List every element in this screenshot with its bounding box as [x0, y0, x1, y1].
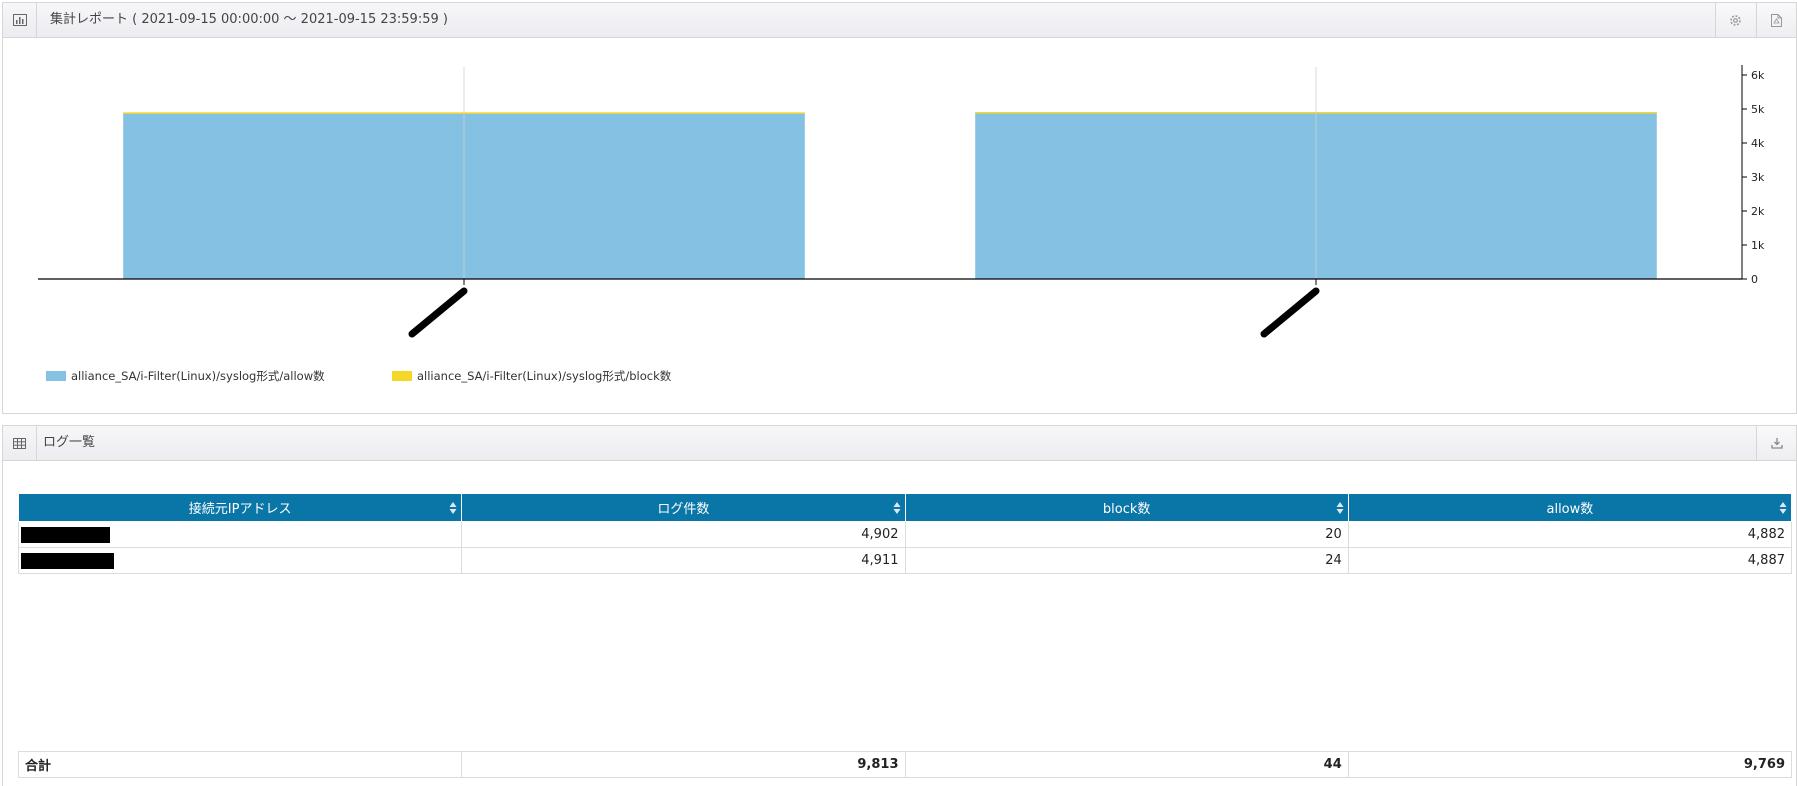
cell-allow: 4,887	[1347, 547, 1793, 574]
cell-allow: 4,882	[1347, 521, 1793, 548]
cell-block: 20	[904, 521, 1349, 548]
legend-swatch-allow	[46, 371, 66, 381]
report-panel: 集計レポート ( 2021-09-15 00:00:00 〜 2021-09-1…	[2, 2, 1797, 414]
legend-item-block[interactable]: alliance_SA/i-Filter(Linux)/syslog形式/blo…	[392, 368, 671, 384]
y-tick-label: 1k	[1751, 239, 1765, 252]
log-table: 接続元IPアドレス ログ件数 block数 allow数 4,902 20 4,…	[17, 493, 1793, 574]
column-header-log-count[interactable]: ログ件数	[461, 493, 906, 522]
cell-ip	[17, 521, 463, 548]
table-icon	[3, 426, 37, 460]
sort-icon	[449, 501, 457, 514]
download-button[interactable]	[1756, 426, 1796, 460]
sort-icon	[1336, 501, 1344, 514]
redacted-x-label	[408, 287, 468, 338]
y-tick-label: 3k	[1751, 171, 1765, 184]
pdf-icon	[1771, 13, 1782, 27]
sort-icon	[1779, 501, 1787, 514]
column-header-allow[interactable]: allow数	[1347, 493, 1793, 522]
legend-swatch-block	[392, 371, 412, 381]
total-log-count: 9,813	[461, 751, 906, 778]
total-block: 44	[904, 751, 1349, 778]
table-header-row: 接続元IPアドレス ログ件数 block数 allow数	[17, 493, 1793, 522]
report-panel-header: 集計レポート ( 2021-09-15 00:00:00 〜 2021-09-1…	[3, 3, 1796, 38]
y-tick-label: 0	[1751, 273, 1758, 286]
legend-label-allow: alliance_SA/i-Filter(Linux)/syslog形式/all…	[71, 369, 325, 383]
total-label: 合計	[17, 751, 463, 778]
sort-icon	[893, 501, 900, 514]
y-tick-label: 6k	[1751, 69, 1765, 82]
cell-log-count: 4,902	[461, 521, 906, 548]
table-row[interactable]: 4,911 24 4,887	[17, 547, 1793, 574]
log-panel-header: ログ一覧	[3, 426, 1796, 461]
column-header-ip[interactable]: 接続元IPアドレス	[17, 493, 463, 522]
redacted-ip	[21, 526, 110, 543]
bar-chart-icon	[3, 3, 37, 37]
cell-block: 24	[904, 547, 1349, 574]
stacked-bar-chart: 0 1k 2k 3k 4k 5k 6k	[38, 65, 1765, 338]
table-row[interactable]: 4,902 20 4,882	[17, 521, 1793, 548]
log-panel: ログ一覧 接続元IPアドレス ログ件数 block数 allow数 4,902 …	[2, 425, 1797, 786]
legend-item-allow[interactable]: alliance_SA/i-Filter(Linux)/syslog形式/all…	[46, 368, 325, 384]
y-tick-label: 5k	[1751, 103, 1765, 116]
total-table: 合計 9,813 44 9,769	[17, 751, 1793, 778]
cell-ip	[17, 547, 463, 574]
legend-label-block: alliance_SA/i-Filter(Linux)/syslog形式/blo…	[417, 369, 672, 383]
pdf-export-button[interactable]	[1756, 3, 1796, 37]
y-tick-label: 4k	[1751, 137, 1765, 150]
column-header-block[interactable]: block数	[904, 493, 1349, 522]
y-tick-label: 2k	[1751, 205, 1765, 218]
log-title: ログ一覧	[43, 435, 96, 450]
redacted-x-label	[1260, 287, 1320, 338]
total-allow: 9,769	[1347, 751, 1793, 778]
report-title: 集計レポート ( 2021-09-15 00:00:00 〜 2021-09-1…	[50, 12, 448, 27]
redacted-ip	[21, 552, 114, 569]
gear-icon	[1730, 14, 1741, 26]
total-row: 合計 9,813 44 9,769	[17, 751, 1793, 778]
settings-button[interactable]	[1715, 3, 1755, 37]
cell-log-count: 4,911	[461, 547, 906, 574]
download-icon	[1770, 438, 1783, 449]
